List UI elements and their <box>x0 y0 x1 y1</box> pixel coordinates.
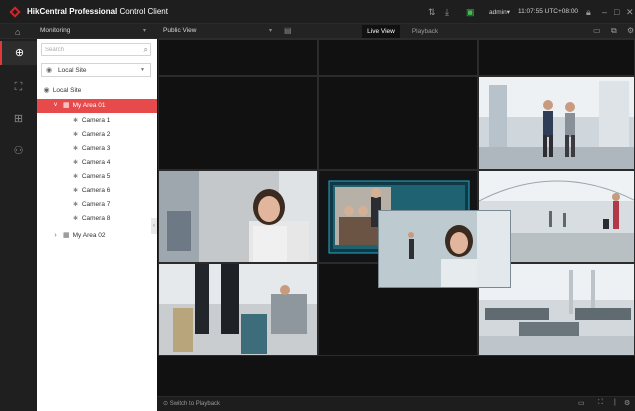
camera-label: Camera 3 <box>81 145 111 152</box>
video-feed-image <box>159 264 317 355</box>
switch-label: Switch to Playback <box>169 401 221 407</box>
title-bar: HikCentral Professional Control Client ⇅… <box>0 0 635 24</box>
search-icon[interactable]: ⌕ <box>144 44 148 55</box>
area-folder-icon: ▦ <box>63 102 70 109</box>
view-select[interactable]: Public View <box>163 27 196 34</box>
rail-monitoring-globe-icon[interactable]: ⊕ <box>0 41 37 65</box>
resource-panel: ⌕ ◉ Local Site ▼ ◉ Local Site ˅ ▦ My Are… <box>37 39 157 411</box>
alarm-icon[interactable]: ▣ <box>466 6 475 18</box>
camera-label: Camera 7 <box>81 201 111 208</box>
chevron-down-icon: ▼ <box>140 67 145 73</box>
rail-face-icon[interactable]: ⛶ <box>0 75 37 99</box>
camera-icon: ✱ <box>72 160 79 166</box>
camera-icon: ✱ <box>72 216 79 222</box>
tree-camera-4[interactable]: ✱ Camera 4 <box>37 156 157 170</box>
settings-icon[interactable]: ⚙ <box>627 26 634 35</box>
camera-icon: ✱ <box>72 132 79 138</box>
search-input[interactable] <box>42 44 138 55</box>
site-select-label: Local Site <box>58 67 87 74</box>
clock-label: 11:07:55 UTC+08:00 <box>518 8 579 15</box>
site-icon: ◉ <box>43 87 50 94</box>
camera-label: Camera 8 <box>81 215 111 222</box>
camera-icon: ✱ <box>72 188 79 194</box>
search-box[interactable]: ⌕ <box>41 43 151 56</box>
app-title: HikCentral Professional Control Client <box>27 7 168 16</box>
close-icon[interactable]: ✕ <box>626 6 634 18</box>
maximize-icon[interactable]: □ <box>614 6 619 18</box>
module-select[interactable]: Monitoring <box>40 27 70 34</box>
video-tile-empty[interactable] <box>318 76 478 170</box>
settings-icon[interactable]: ⚙ <box>624 399 630 407</box>
user-menu[interactable]: admin▾ <box>489 8 510 16</box>
app-brand: HikCentral Professional <box>27 7 118 16</box>
minimize-icon[interactable]: – <box>602 6 607 18</box>
video-tile-office-walk[interactable] <box>478 76 635 170</box>
tree-root-label: Local Site <box>52 87 82 94</box>
video-tile-empty[interactable] <box>318 39 478 76</box>
video-tile-empty[interactable] <box>478 39 635 76</box>
nav-rail: ⊕ ⛶ ⊞ ⚇ <box>0 39 37 411</box>
download-icon[interactable]: ⤓ <box>445 6 449 18</box>
tab-playback[interactable]: Playback <box>407 25 443 38</box>
video-tile-empty[interactable] <box>158 39 318 76</box>
video-tile-empty[interactable] <box>158 76 318 170</box>
video-feed-image <box>379 211 510 287</box>
home-icon[interactable]: ⌂ <box>15 27 20 37</box>
camera-label: Camera 6 <box>81 187 111 194</box>
camera-icon: ✱ <box>72 118 79 124</box>
video-tile-airport-walk[interactable] <box>158 263 318 356</box>
tree-camera-6[interactable]: ✱ Camera 6 <box>37 184 157 198</box>
tree-camera-2[interactable]: ✱ Camera 2 <box>37 128 157 142</box>
tree-camera-3[interactable]: ✱ Camera 3 <box>37 142 157 156</box>
window-icon[interactable]: ▭ <box>593 26 601 35</box>
export-icon[interactable]: ⧉ <box>611 26 617 36</box>
lock-icon[interactable]: 🔒︎ <box>586 6 591 18</box>
playback-toggle-icon: ⊙ <box>163 401 170 407</box>
tree-camera-8[interactable]: ✱ Camera 8 <box>37 212 157 226</box>
module-bar <box>0 24 635 39</box>
floating-video-window[interactable] <box>378 210 511 288</box>
camera-icon: ✱ <box>72 174 79 180</box>
save-view-icon[interactable]: ▤ <box>284 26 292 35</box>
tree-area-my-area-01[interactable]: ˅ ▦ My Area 01 <box>37 99 157 113</box>
split-icon[interactable]: ⇅ <box>428 6 436 18</box>
area-folder-icon: ▦ <box>63 232 70 239</box>
tree-area-label: My Area 02 <box>72 232 106 239</box>
site-globe-icon: ◉ <box>46 67 53 74</box>
camera-label: Camera 4 <box>81 159 111 166</box>
tree-camera-7[interactable]: ✱ Camera 7 <box>37 198 157 212</box>
switch-to-playback-button[interactable]: ⊙ Switch to Playback <box>163 400 220 407</box>
video-tile-woman-office[interactable] <box>158 170 318 263</box>
app-title-suffix: Control Client <box>119 7 168 16</box>
rail-grid-icon[interactable]: ⊞ <box>0 107 37 131</box>
video-feed-image <box>479 77 634 169</box>
rail-person-icon[interactable]: ⚇ <box>0 139 37 163</box>
tree-root-local-site[interactable]: ◉ Local Site <box>37 84 157 98</box>
camera-label: Camera 1 <box>81 117 111 124</box>
tree-camera-5[interactable]: ✱ Camera 5 <box>37 170 157 184</box>
user-caret: ▾ <box>506 9 510 16</box>
hikcentral-logo-icon <box>9 6 21 18</box>
status-bar <box>157 396 635 411</box>
user-name: admin <box>489 9 507 16</box>
camera-icon: ✱ <box>72 146 79 152</box>
camera-label: Camera 5 <box>81 173 111 180</box>
expand-chevron-icon[interactable]: ˅ <box>51 99 60 113</box>
divider-icon: | <box>614 399 616 406</box>
video-grid <box>157 39 635 396</box>
chevron-down-icon[interactable]: ▾ <box>143 27 146 34</box>
camera-icon: ✱ <box>72 202 79 208</box>
expand-chevron-icon[interactable]: › <box>51 229 60 243</box>
chevron-down-icon[interactable]: ▾ <box>269 27 272 34</box>
tab-live-view[interactable]: Live View <box>362 25 400 38</box>
tree-area-label: My Area 01 <box>72 102 106 109</box>
video-feed-image <box>159 171 317 262</box>
tree-area-my-area-02[interactable]: › ▦ My Area 02 <box>37 229 157 243</box>
camera-label: Camera 2 <box>81 131 111 138</box>
fullscreen-icon[interactable]: ⛶ <box>598 399 603 407</box>
screenshot-icon[interactable]: ▭ <box>578 399 585 407</box>
tree-camera-1[interactable]: ✱ Camera 1 <box>37 114 157 128</box>
site-select[interactable]: ◉ Local Site ▼ <box>41 63 151 77</box>
